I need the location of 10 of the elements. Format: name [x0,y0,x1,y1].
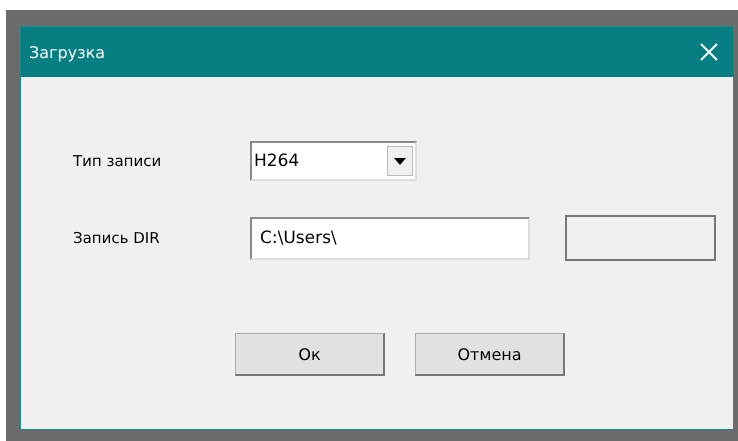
close-icon[interactable] [699,42,719,62]
cancel-button[interactable]: Отмена [415,333,565,376]
field-label: Тип записи [73,152,162,170]
caret-icon [394,158,406,164]
directory-field[interactable]: C:\Users\ [250,216,530,260]
field-label: Запись DIR [73,229,161,247]
window-title: Загрузка [29,42,106,62]
ok-button[interactable]: Ок [235,333,385,376]
browse-button[interactable] [564,215,716,261]
record-type-dropdown[interactable]: H264 [250,141,417,181]
